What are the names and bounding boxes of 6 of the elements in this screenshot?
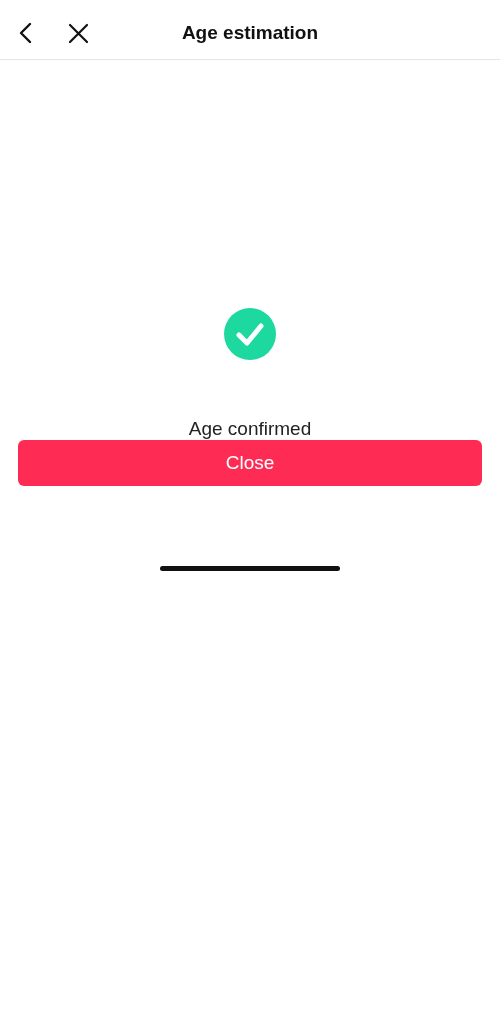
close-icon[interactable] (68, 23, 89, 44)
back-icon[interactable] (17, 22, 33, 44)
close-button[interactable]: Close (18, 440, 482, 486)
check-icon (224, 308, 276, 360)
page-title: Age estimation (181, 21, 319, 44)
status-message: Age confirmed (188, 418, 312, 440)
